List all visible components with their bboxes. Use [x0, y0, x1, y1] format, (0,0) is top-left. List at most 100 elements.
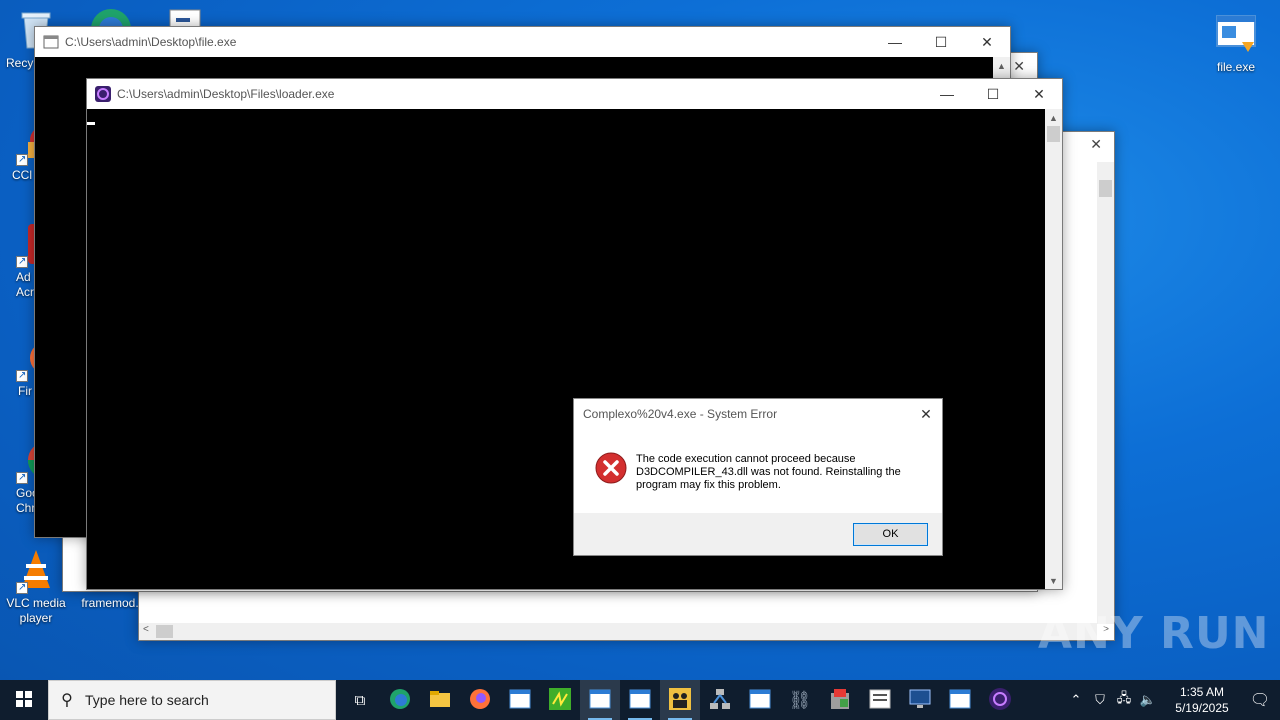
desktop-icon-label: file.exe [1216, 60, 1256, 74]
taskbar-app-window-4[interactable] [740, 680, 780, 720]
taskbar-app-window-1[interactable] [500, 680, 540, 720]
close-icon[interactable]: ✕ [1090, 136, 1102, 153]
window-title: C:\Users\admin\Desktop\file.exe [65, 35, 237, 49]
taskbar-file-explorer[interactable] [420, 680, 460, 720]
folder-icon [428, 687, 452, 714]
network-tool-icon [708, 687, 732, 714]
maximize-button[interactable]: ☐ [918, 27, 964, 57]
vertical-scrollbar[interactable] [1097, 162, 1114, 624]
taskbar-app-green[interactable] [540, 680, 580, 720]
maximize-icon: ☐ [986, 85, 1000, 102]
vlc-icon [14, 548, 58, 595]
application-window-icon [589, 689, 611, 712]
search-placeholder: Type here to search [85, 692, 209, 708]
system-error-dialog[interactable]: Complexo%20v4.exe - System Error ✕ The c… [573, 398, 943, 556]
taskbar-app-window-2[interactable] [580, 680, 620, 720]
taskbar-installer[interactable] [820, 680, 860, 720]
scroll-left-icon[interactable]: < [143, 624, 149, 635]
application-window-icon [509, 689, 531, 712]
green-app-icon [548, 687, 572, 714]
scrollbar-thumb[interactable] [1099, 180, 1112, 197]
firefox-icon [468, 687, 492, 714]
volume-icon[interactable]: 🔈 [1136, 692, 1160, 708]
start-button[interactable] [0, 680, 48, 720]
minimize-button[interactable]: — [872, 27, 918, 57]
close-icon: ✕ [981, 33, 993, 50]
task-view-icon: ⧉ [354, 691, 366, 709]
taskbar: ⚲ Type here to search ⧉ ⛓ ⌃ ⛉ 🖧 🔈 1:35 A… [0, 680, 1280, 720]
desktop-icon-file-exe[interactable]: file.exe [1200, 12, 1272, 75]
ok-button[interactable]: OK [853, 523, 928, 546]
desktop: Recy CCl Ad Acr Fir Goo Chr [0, 0, 1280, 680]
horizontal-scrollbar[interactable]: < > [139, 623, 1109, 640]
system-tray: ⌃ ⛉ 🖧 🔈 1:35 AM 5/19/2025 🗨 [1064, 680, 1280, 720]
close-icon[interactable]: ✕ [1013, 58, 1025, 75]
any-run-watermark: ANY RUN [1038, 608, 1270, 659]
vertical-scrollbar[interactable]: ▲ ▼ [1045, 109, 1062, 589]
dialog-body: The code execution cannot proceed becaus… [574, 429, 942, 515]
application-window-icon [949, 689, 971, 712]
console-icon [43, 34, 59, 50]
error-icon [595, 452, 627, 484]
close-icon: ✕ [920, 406, 932, 422]
search-icon: ⚲ [61, 692, 73, 709]
application-icon [1214, 12, 1258, 56]
application-window-icon [629, 689, 651, 712]
document-window-icon [869, 689, 891, 712]
close-button[interactable]: ✕ [1016, 79, 1062, 109]
minimize-icon: — [888, 34, 902, 50]
loader-app-icon [95, 86, 111, 102]
taskbar-edge[interactable] [380, 680, 420, 720]
network-icon[interactable]: 🖧 [1112, 689, 1136, 711]
minimize-icon: — [940, 86, 954, 102]
dialog-title-bar[interactable]: Complexo%20v4.exe - System Error ✕ [574, 399, 942, 429]
scroll-up-icon[interactable]: ▲ [1045, 109, 1062, 126]
clock-date: 5/19/2025 [1175, 701, 1229, 715]
document-desktop-icon[interactable] [168, 8, 204, 28]
taskbar-search-box[interactable]: ⚲ Type here to search [48, 680, 336, 720]
title-bar[interactable]: C:\Users\admin\Desktop\file.exe — ☐ ✕ [35, 27, 1010, 57]
taskbar-app-window-6[interactable] [940, 680, 980, 720]
notification-icon[interactable]: 🗨 [1240, 690, 1280, 710]
maximize-icon: ☐ [934, 33, 948, 50]
task-view-button[interactable]: ⧉ [340, 680, 380, 720]
monitor-icon [908, 687, 932, 714]
desktop-icon-framemod[interactable]: framemod. [74, 596, 146, 611]
taskbar-app-window-3[interactable] [620, 680, 660, 720]
link-icon: ⛓ [788, 689, 812, 710]
title-bar[interactable]: C:\Users\admin\Desktop\Files\loader.exe … [87, 79, 1062, 109]
scroll-up-icon[interactable]: ▲ [993, 57, 1010, 74]
taskbar-link-tool[interactable]: ⛓ [780, 680, 820, 720]
scrollbar-thumb[interactable] [156, 625, 173, 638]
edge-icon [388, 687, 412, 714]
chevron-up-icon[interactable]: ⌃ [1064, 692, 1088, 708]
edge-desktop-icon[interactable] [88, 6, 134, 28]
taskbar-loader-app[interactable] [980, 680, 1020, 720]
clock[interactable]: 1:35 AM 5/19/2025 [1164, 684, 1240, 716]
dialog-footer: OK [574, 513, 942, 555]
error-message: The code execution cannot proceed becaus… [636, 453, 901, 491]
taskbar-firefox[interactable] [460, 680, 500, 720]
close-icon: ✕ [1033, 85, 1045, 102]
taskbar-network-tool[interactable] [700, 680, 740, 720]
security-icon[interactable]: ⛉ [1088, 692, 1112, 708]
taskbar-monitor-app[interactable] [900, 680, 940, 720]
dialog-close-button[interactable]: ✕ [916, 404, 936, 424]
close-button[interactable]: ✕ [964, 27, 1010, 57]
scroll-down-icon[interactable]: ▼ [1045, 572, 1062, 589]
application-window-icon [749, 689, 771, 712]
desktop-icon-label: VLC media player [6, 596, 66, 625]
dialog-title: Complexo%20v4.exe - System Error [583, 407, 778, 421]
windows-logo-icon [16, 690, 32, 710]
maximize-button[interactable]: ☐ [970, 79, 1016, 109]
taskbar-app-people[interactable] [660, 680, 700, 720]
window-title: C:\Users\admin\Desktop\Files\loader.exe [117, 87, 335, 101]
minimize-button[interactable]: — [924, 79, 970, 109]
desktop-icon-label: framemod. [81, 596, 139, 610]
taskbar-app-window-5[interactable] [860, 680, 900, 720]
scrollbar-thumb[interactable] [1047, 126, 1060, 142]
people-app-icon [668, 687, 692, 714]
installer-icon [828, 687, 852, 714]
clock-time: 1:35 AM [1179, 685, 1225, 699]
loader-app-icon [988, 687, 1012, 714]
